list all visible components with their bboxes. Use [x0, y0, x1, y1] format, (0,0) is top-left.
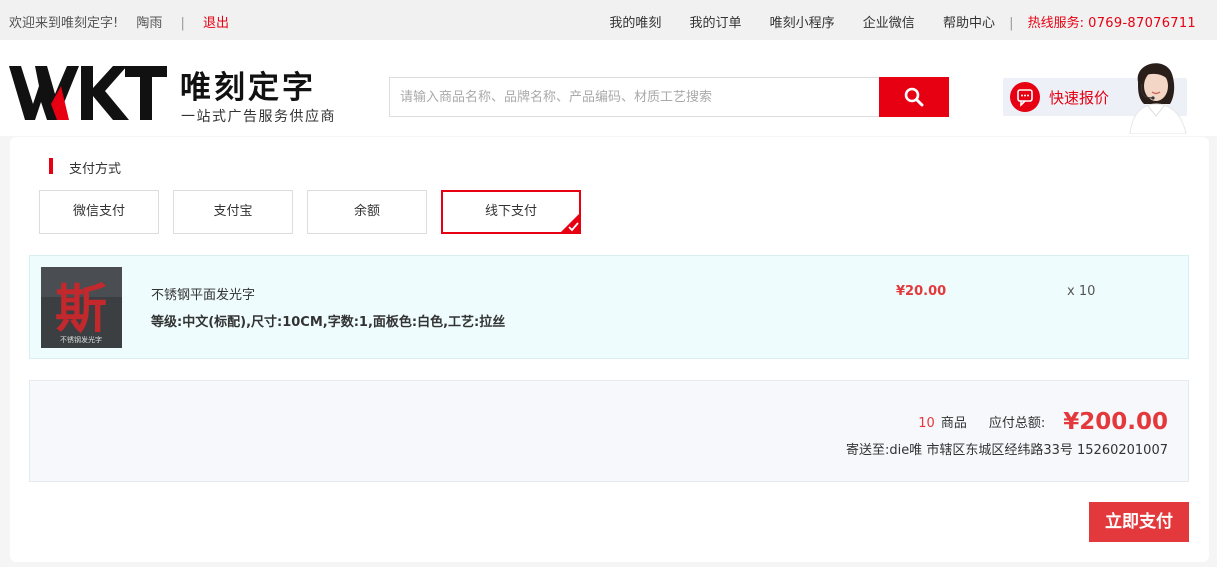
order-summary: 10 商品 应付总额: ¥200.00 寄送至:die唯 市辖区东城区经纬路33号 1…: [29, 380, 1189, 482]
nav-help-center[interactable]: 帮助中心: [943, 16, 995, 31]
product-name[interactable]: 不锈钢平面发光字: [151, 284, 255, 303]
username-link[interactable]: 陶雨: [136, 12, 162, 31]
payment-section-title: 支付方式: [49, 158, 121, 177]
pay-option-offline-label: 线下支付: [484, 204, 537, 219]
search-input[interactable]: [390, 78, 879, 116]
brand-slogan: 一站式广告服务供应商: [181, 109, 336, 125]
total-label: 应付总额:: [988, 416, 1046, 431]
nav-my-vk[interactable]: 我的唯刻: [609, 16, 661, 31]
checkout-card: 支付方式 微信支付 支付宝 余额 线下支付 斯 不锈钢发光字 不锈钢平面发光字 …: [10, 137, 1209, 562]
welcome-area: 欢迎来到唯刻定字! 陶雨 | 退出: [9, 12, 229, 31]
top-nav: 我的唯刻 我的订单 唯刻小程序 企业微信 帮助中心 | 热线服务: 0769-8…: [585, 12, 1196, 31]
order-item-row: 斯 不锈钢发光字 不锈钢平面发光字 等级:中文(标配),尺寸:10CM,字数:1…: [29, 255, 1189, 359]
divider: |: [180, 16, 185, 31]
pay-option-alipay[interactable]: 支付宝: [173, 190, 293, 234]
product-quantity: x 10: [1067, 284, 1096, 299]
brand-name: 唯刻定字: [180, 70, 316, 106]
logout-link[interactable]: 退出: [203, 12, 229, 31]
nav-wecom[interactable]: 企业微信: [863, 16, 915, 31]
nav-my-orders[interactable]: 我的订单: [689, 16, 741, 31]
hotline-number: 0769-87076711: [1088, 16, 1196, 31]
quick-quote-label: 快速报价: [1049, 89, 1110, 107]
item-count: 10: [918, 416, 935, 431]
selected-check-icon: [560, 213, 580, 233]
customer-service-avatar: [1129, 63, 1187, 134]
search-box: [389, 77, 879, 117]
pay-option-balance[interactable]: 余额: [307, 190, 427, 234]
pay-option-wechat[interactable]: 微信支付: [39, 190, 159, 234]
top-bar: 欢迎来到唯刻定字! 陶雨 | 退出 我的唯刻 我的订单 唯刻小程序 企业微信 帮…: [0, 0, 1217, 40]
search-button[interactable]: [879, 77, 949, 117]
hotline-label: 热线服务:: [1027, 16, 1085, 31]
welcome-text: 欢迎来到唯刻定字!: [9, 16, 119, 31]
logo-mark[interactable]: [9, 64, 169, 122]
search-icon: [904, 87, 924, 107]
product-price: ¥20.00: [896, 284, 947, 299]
item-count-unit: 商品: [940, 416, 967, 431]
summary-total-line: 10 商品 应付总额: ¥200.00: [918, 407, 1168, 435]
pay-option-offline[interactable]: 线下支付: [441, 190, 581, 234]
divider: |: [1009, 16, 1014, 31]
shipping-address: 寄送至:die唯 市辖区东城区经纬路33号 15260201007: [845, 443, 1168, 458]
total-amount: ¥200.00: [1063, 409, 1168, 435]
product-spec: 等级:中文(标配),尺寸:10CM,字数:1,面板色:白色,工艺:拉丝: [151, 315, 506, 330]
chat-bubble-icon: [1010, 82, 1040, 112]
thumb-caption: 不锈钢发光字: [60, 335, 102, 344]
thumb-glyph: 斯: [55, 279, 107, 340]
site-header: 唯刻定字 一站式广告服务供应商 快速报价: [0, 40, 1217, 136]
product-thumbnail[interactable]: 斯 不锈钢发光字: [41, 267, 122, 348]
pay-now-button[interactable]: 立即支付: [1089, 502, 1189, 542]
nav-mini-program[interactable]: 唯刻小程序: [770, 16, 835, 31]
